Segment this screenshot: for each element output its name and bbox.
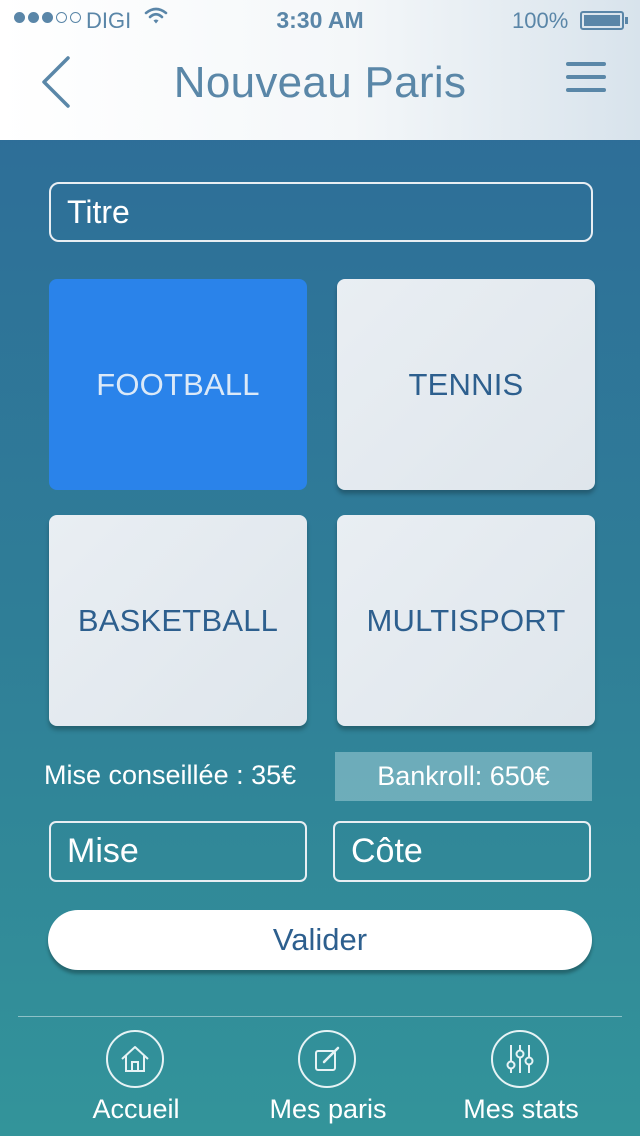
tab-accueil[interactable]: Accueil — [36, 1030, 236, 1130]
status-bar: DIGI 3:30 AM 100% — [0, 0, 640, 40]
header: DIGI 3:30 AM 100% Nouveau Paris — [0, 0, 640, 140]
sport-tile-basketball[interactable]: BASKETBALL — [49, 515, 307, 726]
title-input[interactable] — [49, 182, 593, 242]
page-title: Nouveau Paris — [173, 58, 467, 107]
menu-button[interactable] — [566, 62, 614, 102]
recommended-stake-label: Mise conseillée : 35€ — [44, 760, 297, 790]
sport-tile-multisport[interactable]: MULTISPORT — [337, 515, 595, 726]
tab-mes-paris[interactable]: Mes paris — [228, 1030, 428, 1130]
submit-button[interactable]: Valider — [48, 910, 592, 970]
hamburger-menu-icon — [566, 62, 614, 92]
edit-icon — [298, 1030, 356, 1088]
sport-tile-football[interactable]: FOOTBALL — [49, 279, 307, 490]
battery-percentage: 100% — [512, 8, 569, 33]
tab-label: Accueil — [92, 1094, 180, 1124]
sport-tile-tennis[interactable]: TENNIS — [337, 279, 595, 490]
bankroll-badge: Bankroll: 650€ — [335, 752, 592, 801]
app-screen: DIGI 3:30 AM 100% Nouveau Paris Titre FO… — [0, 0, 640, 1136]
tab-mes-stats[interactable]: Mes stats — [421, 1030, 621, 1130]
battery-icon — [580, 11, 628, 30]
tab-label: Mes stats — [463, 1094, 579, 1124]
odds-input[interactable] — [333, 821, 591, 882]
sliders-icon — [491, 1030, 549, 1088]
tab-label: Mes paris — [269, 1094, 387, 1124]
tabbar-divider — [18, 1016, 622, 1017]
stake-input[interactable] — [49, 821, 307, 882]
home-icon — [106, 1030, 164, 1088]
